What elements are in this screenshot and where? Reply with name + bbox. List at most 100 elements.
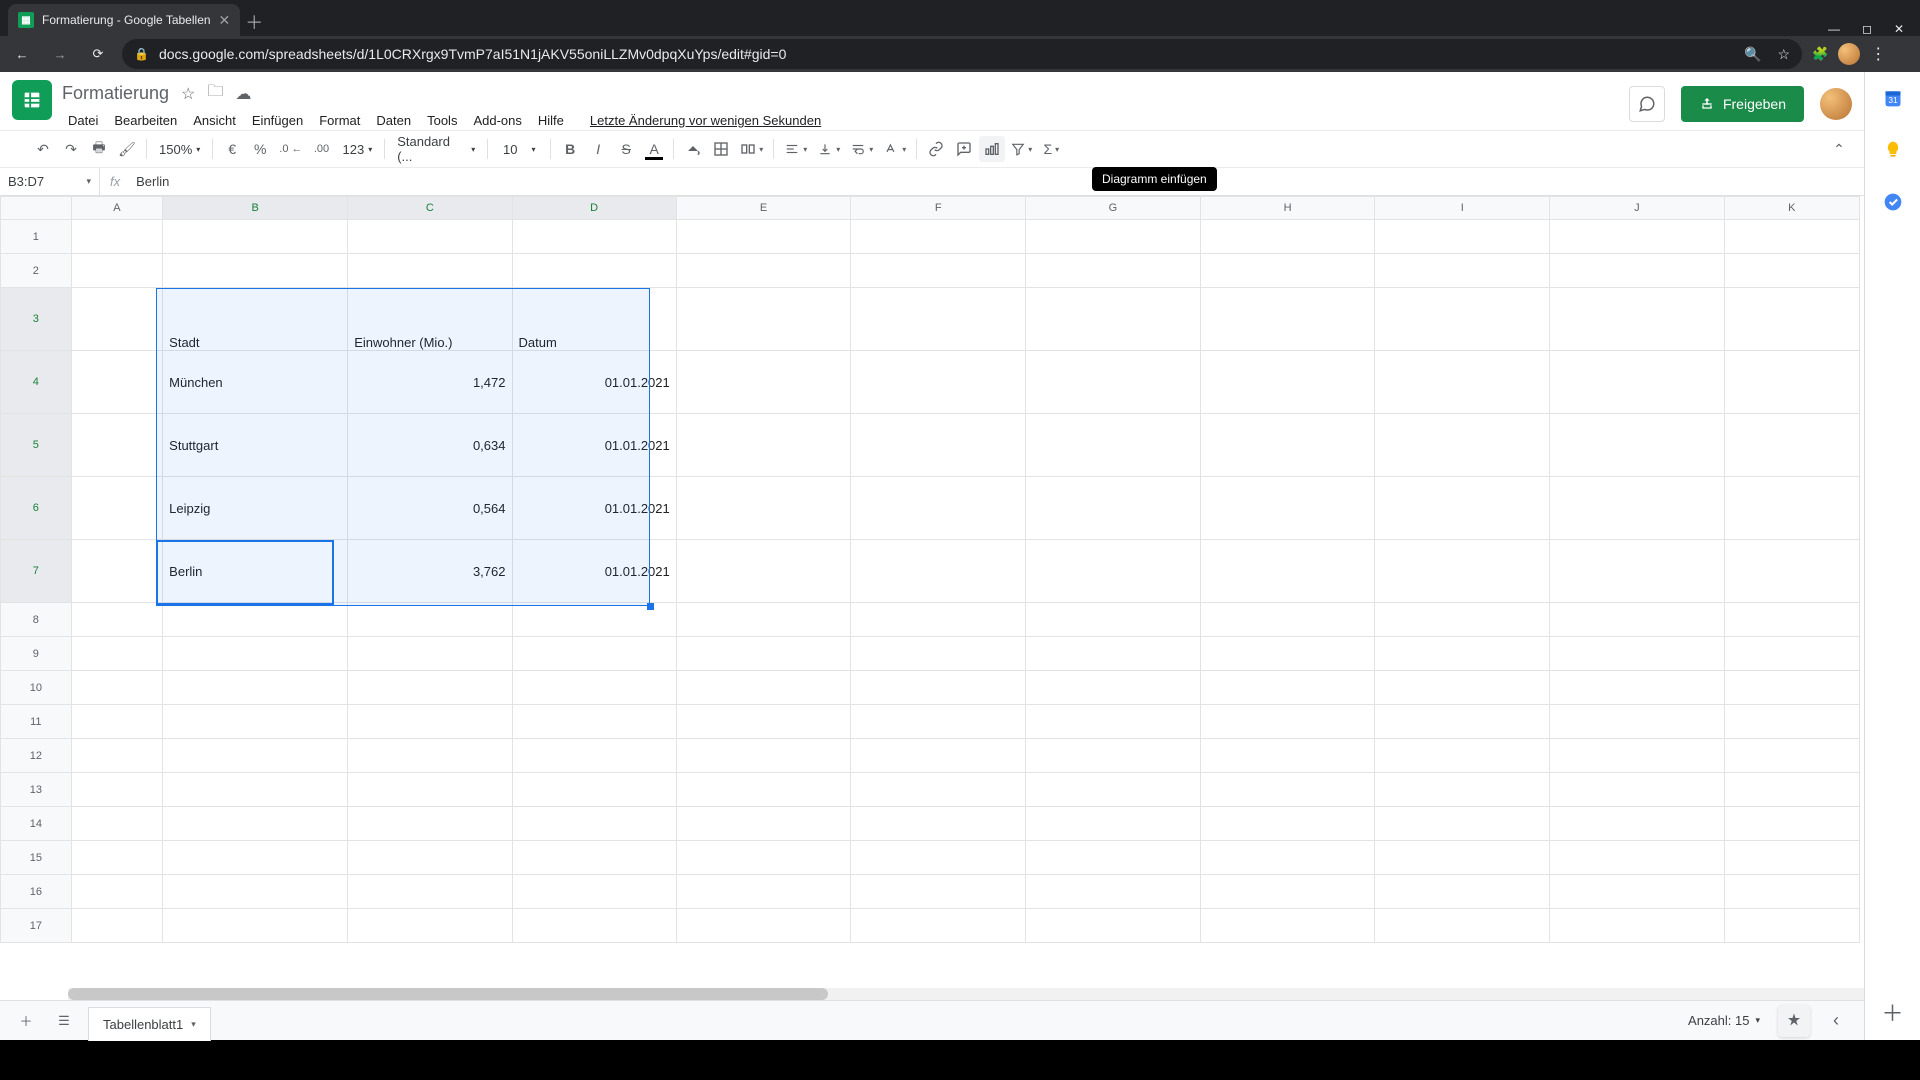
menu-insert[interactable]: Einfügen — [246, 111, 309, 130]
cell[interactable] — [676, 414, 851, 477]
cell[interactable] — [1200, 603, 1375, 637]
cell[interactable] — [1026, 807, 1201, 841]
cell[interactable] — [676, 603, 851, 637]
cell[interactable] — [71, 637, 162, 671]
cell[interactable] — [1724, 875, 1859, 909]
text-wrap-button[interactable] — [846, 136, 877, 162]
cell[interactable] — [1375, 351, 1550, 414]
redo-button[interactable]: ↷ — [58, 136, 84, 162]
col-header[interactable]: B — [163, 197, 348, 220]
cell[interactable] — [1375, 254, 1550, 288]
cell[interactable] — [71, 909, 162, 943]
extensions-icon[interactable]: 🧩 — [1812, 46, 1828, 62]
cell[interactable] — [163, 841, 348, 875]
cell[interactable] — [71, 739, 162, 773]
row-header[interactable]: 17 — [1, 909, 72, 943]
cell[interactable] — [163, 807, 348, 841]
cell[interactable] — [71, 671, 162, 705]
minimize-icon[interactable]: — — [1828, 22, 1840, 36]
borders-button[interactable] — [708, 136, 734, 162]
cell[interactable] — [851, 807, 1026, 841]
cell[interactable]: Datum — [512, 288, 676, 351]
cell[interactable] — [1026, 637, 1201, 671]
cell[interactable] — [348, 875, 512, 909]
cell[interactable] — [1550, 773, 1725, 807]
cell[interactable] — [1724, 671, 1859, 705]
cell[interactable] — [512, 254, 676, 288]
cell[interactable] — [1026, 671, 1201, 705]
cell[interactable] — [851, 540, 1026, 603]
menu-format[interactable]: Format — [313, 111, 366, 130]
formula-bar[interactable]: fx Berlin — [100, 174, 1864, 189]
functions-button[interactable]: Σ — [1038, 136, 1064, 162]
cell[interactable] — [676, 773, 851, 807]
cell[interactable] — [676, 477, 851, 540]
cell[interactable] — [1200, 773, 1375, 807]
menu-data[interactable]: Daten — [370, 111, 417, 130]
cell[interactable] — [512, 705, 676, 739]
comments-button[interactable] — [1629, 86, 1665, 122]
cell[interactable] — [163, 603, 348, 637]
all-sheets-button[interactable]: ☰ — [50, 1007, 78, 1035]
cell[interactable] — [1026, 875, 1201, 909]
account-avatar[interactable] — [1820, 88, 1852, 120]
cell[interactable] — [1724, 773, 1859, 807]
address-bar[interactable]: 🔒 docs.google.com/spreadsheets/d/1L0CRXr… — [122, 39, 1802, 69]
share-button[interactable]: Freigeben — [1681, 86, 1804, 122]
cell[interactable] — [1724, 909, 1859, 943]
col-header[interactable]: F — [851, 197, 1026, 220]
cell[interactable] — [851, 288, 1026, 351]
menu-tools[interactable]: Tools — [421, 111, 463, 130]
col-header[interactable]: A — [71, 197, 162, 220]
cell[interactable] — [1375, 807, 1550, 841]
cell[interactable] — [1375, 603, 1550, 637]
cell[interactable] — [348, 254, 512, 288]
cell[interactable] — [1200, 220, 1375, 254]
cell[interactable] — [1724, 288, 1859, 351]
cell[interactable] — [71, 288, 162, 351]
cell[interactable] — [71, 807, 162, 841]
cell[interactable] — [348, 909, 512, 943]
last-edit-link[interactable]: Letzte Änderung vor wenigen Sekunden — [584, 111, 827, 130]
merge-cells-button[interactable] — [736, 136, 767, 162]
cell[interactable] — [1200, 909, 1375, 943]
col-header[interactable]: D — [512, 197, 676, 220]
cell[interactable] — [1375, 477, 1550, 540]
row-header[interactable]: 5 — [1, 414, 72, 477]
col-header[interactable]: I — [1375, 197, 1550, 220]
cell[interactable] — [163, 875, 348, 909]
maximize-icon[interactable]: ◻ — [1862, 22, 1872, 36]
cell[interactable] — [1375, 637, 1550, 671]
reload-button[interactable]: ⟳ — [84, 40, 112, 68]
cell[interactable] — [348, 739, 512, 773]
cell[interactable] — [851, 220, 1026, 254]
cell[interactable] — [1026, 254, 1201, 288]
cell[interactable] — [1026, 288, 1201, 351]
cell[interactable] — [1026, 909, 1201, 943]
cell[interactable] — [1200, 875, 1375, 909]
cell[interactable] — [1026, 603, 1201, 637]
cell[interactable] — [1026, 540, 1201, 603]
cell[interactable] — [1550, 807, 1725, 841]
col-header[interactable]: E — [676, 197, 851, 220]
cell[interactable]: Stuttgart — [163, 414, 348, 477]
cell[interactable] — [1724, 807, 1859, 841]
cell[interactable] — [1724, 254, 1859, 288]
insert-comment-button[interactable] — [951, 136, 977, 162]
cell[interactable] — [71, 220, 162, 254]
zoom-select[interactable]: 150%▾ — [153, 136, 206, 162]
cell[interactable] — [71, 351, 162, 414]
document-name[interactable]: Formatierung — [62, 83, 169, 104]
sheets-logo-icon[interactable] — [12, 80, 52, 120]
cell[interactable] — [1026, 739, 1201, 773]
cell[interactable] — [676, 909, 851, 943]
cell[interactable] — [348, 637, 512, 671]
cell[interactable] — [1200, 671, 1375, 705]
explore-button[interactable] — [1778, 1005, 1810, 1037]
cell[interactable] — [348, 773, 512, 807]
cell[interactable] — [348, 705, 512, 739]
side-panel-toggle[interactable]: ‹ — [1820, 1005, 1852, 1037]
cell[interactable] — [163, 909, 348, 943]
cell[interactable] — [1724, 477, 1859, 540]
cell[interactable] — [1200, 477, 1375, 540]
